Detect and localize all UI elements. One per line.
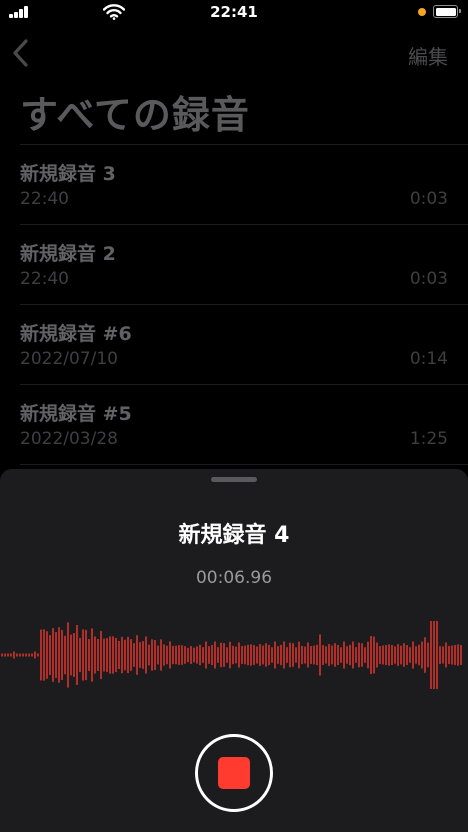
- recording-duration: 0:03: [409, 189, 448, 209]
- recording-title: 新規録音 2: [20, 243, 116, 265]
- recording-date: 2022/07/10: [20, 349, 118, 369]
- page-title: すべての録音: [20, 93, 250, 137]
- list-item[interactable]: 新規録音 2 22:40 0:03: [20, 225, 468, 305]
- navigation-bar: 編集: [0, 36, 468, 72]
- list-item[interactable]: 新規録音 3 22:40 0:03: [20, 145, 468, 225]
- recording-timer: 00:06.96: [195, 568, 273, 588]
- battery-icon: [433, 5, 461, 18]
- recordings-list: 新規録音 3 22:40 0:03 新規録音 2 22:40 0:03 新規録音…: [20, 144, 468, 465]
- recording-date: 22:40: [20, 269, 69, 289]
- recording-title: 新規録音 3: [20, 163, 116, 185]
- recording-date: 22:40: [20, 189, 69, 209]
- recording-duration: 1:25: [409, 429, 448, 449]
- recording-duration: 0:14: [409, 349, 448, 369]
- waveform: [1, 621, 462, 689]
- status-bar: 22:41: [0, 0, 468, 24]
- recording-title: 新規録音 4: [178, 523, 290, 548]
- recording-title: 新規録音 #5: [20, 403, 132, 425]
- chevron-left-icon[interactable]: [8, 36, 32, 70]
- mic-in-use-indicator: [418, 8, 426, 16]
- edit-button[interactable]: 編集: [408, 41, 448, 70]
- status-time: 22:41: [210, 3, 258, 21]
- recording-title: 新規録音 #6: [20, 323, 132, 345]
- recording-duration: 0:03: [409, 269, 448, 289]
- stop-recording-button[interactable]: [195, 734, 273, 812]
- stop-icon: [218, 757, 250, 789]
- recording-date: 2022/03/28: [20, 429, 118, 449]
- sheet-grabber-handle[interactable]: [211, 477, 257, 482]
- list-item[interactable]: 新規録音 #6 2022/07/10 0:14: [20, 305, 468, 385]
- recording-sheet: 新規録音 4 00:06.96: [0, 469, 468, 832]
- list-item[interactable]: 新規録音 #5 2022/03/28 1:25: [20, 385, 468, 465]
